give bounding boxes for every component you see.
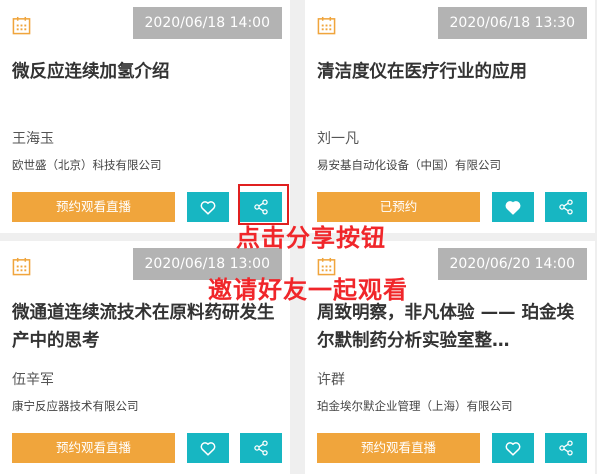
annotation-line-1: 点击分享按钮	[236, 224, 386, 252]
calendar-icon	[12, 16, 31, 35]
company-name: 欧世盛（北京）科技有限公司	[12, 158, 162, 172]
webinar-title[interactable]: 清洁度仪在医疗行业的应用	[317, 58, 583, 86]
favorite-button[interactable]	[492, 433, 534, 463]
speaker-name: 王海玉	[12, 131, 54, 147]
speaker-name: 刘一凡	[317, 131, 359, 147]
company-name: 珀金埃尔默企业管理（上海）有限公司	[317, 399, 513, 413]
annotation-line-2: 邀请好友一起观看	[208, 276, 408, 304]
calendar-icon	[317, 16, 336, 35]
webinar-title[interactable]: 微反应连续加氢介绍	[12, 58, 278, 86]
share-button[interactable]	[545, 192, 587, 222]
heart-outline-icon	[200, 200, 216, 215]
reserve-button[interactable]: 预约观看直播	[317, 433, 480, 463]
webinar-card: 2020/06/18 13:30 清洁度仪在医疗行业的应用 刘一凡 易安基自动化…	[305, 0, 595, 233]
share-icon	[559, 199, 573, 215]
date-badge: 2020/06/20 14:00	[437, 248, 587, 280]
heart-filled-icon	[505, 200, 521, 215]
date-badge: 2020/06/18 14:00	[132, 7, 282, 39]
share-icon	[559, 440, 573, 456]
favorite-button[interactable]	[187, 433, 229, 463]
speaker-name: 伍辛军	[12, 372, 54, 388]
share-button[interactable]	[240, 433, 282, 463]
company-name: 易安基自动化设备（中国）有限公司	[317, 158, 501, 172]
reserve-button[interactable]: 预约观看直播	[12, 433, 175, 463]
share-button[interactable]	[545, 433, 587, 463]
webinar-title[interactable]: 微通道连续流技术在原料药研发生产中的思考	[12, 299, 278, 355]
date-badge: 2020/06/18 13:30	[437, 7, 587, 39]
speaker-name: 许群	[317, 372, 345, 388]
heart-outline-icon	[505, 441, 521, 456]
calendar-icon	[12, 257, 31, 276]
company-name: 康宁反应器技术有限公司	[12, 399, 139, 413]
share-icon	[254, 440, 268, 456]
webinar-title[interactable]: 周致明察，非凡体验 —— 珀金埃尔默制药分析实验室整…	[317, 299, 583, 355]
favorite-button[interactable]	[187, 192, 229, 222]
reserve-button[interactable]: 预约观看直播	[12, 192, 175, 222]
favorite-button[interactable]	[492, 192, 534, 222]
heart-outline-icon	[200, 441, 216, 456]
